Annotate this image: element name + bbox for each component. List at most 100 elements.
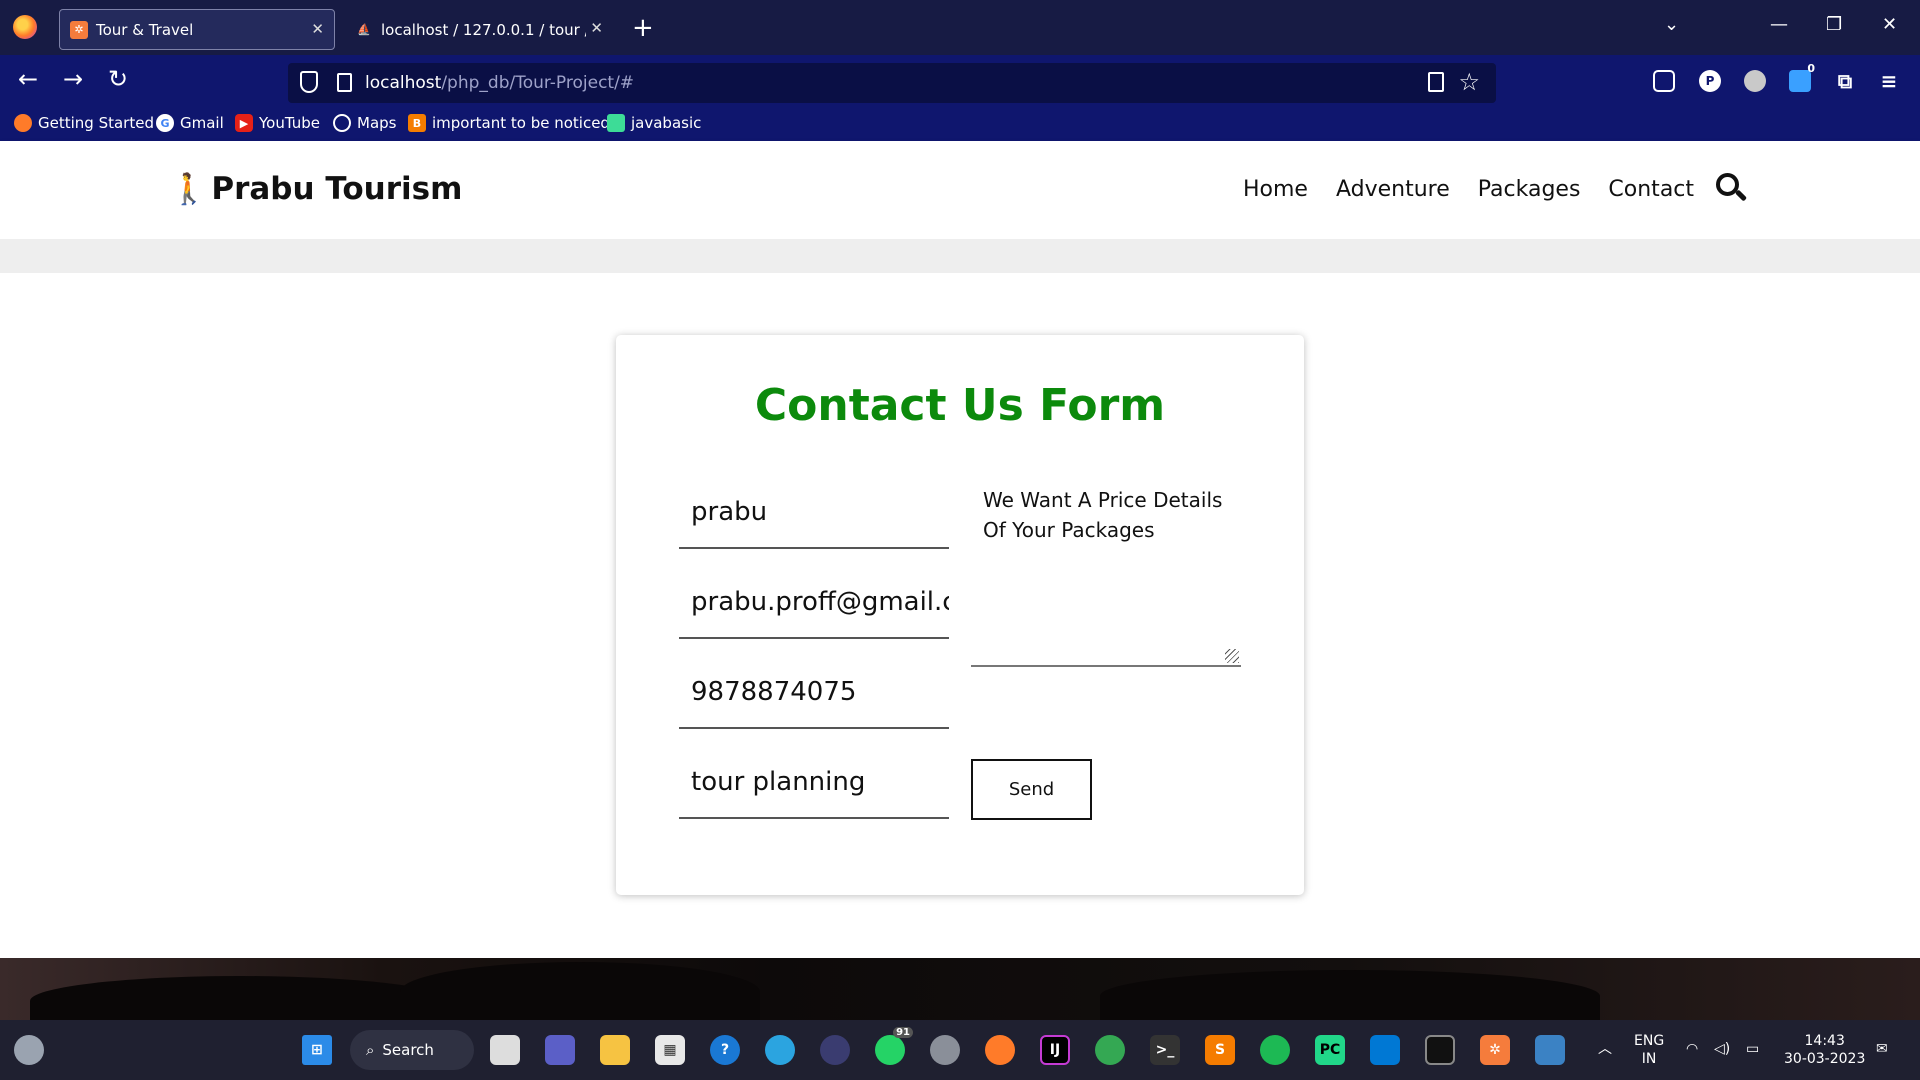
clock[interactable]: 14:43 30-03-2023	[1784, 1032, 1865, 1068]
settings-icon[interactable]	[930, 1035, 960, 1065]
nav-contact[interactable]: Contact	[1608, 177, 1694, 202]
spotify-icon[interactable]	[1260, 1035, 1290, 1065]
globe-icon	[333, 114, 351, 132]
store-icon[interactable]: ▦	[655, 1035, 685, 1065]
bookmark-javabasic[interactable]: javabasic	[607, 114, 701, 132]
url-host: localhost	[365, 73, 442, 93]
forward-icon[interactable]: →	[63, 65, 83, 93]
bookmark-gmail[interactable]: G Gmail	[156, 114, 224, 132]
nav-home[interactable]: Home	[1243, 177, 1308, 202]
reader-view-icon[interactable]	[1428, 72, 1444, 92]
firefox-icon	[14, 114, 32, 132]
clock-date: 30-03-2023	[1784, 1051, 1866, 1067]
message-textarea[interactable]: We Want A Price Details Of Your Packages	[971, 485, 1241, 667]
brand-name: Prabu Tourism	[211, 171, 463, 207]
wifi-icon[interactable]: ◠	[1686, 1040, 1698, 1058]
tab-phpmyadmin[interactable]: ⛵ localhost / 127.0.0.1 / tour / con ✕	[345, 9, 605, 50]
new-tab-icon[interactable]: +	[632, 13, 654, 43]
close-icon[interactable]: ✕	[590, 19, 603, 37]
search-icon: ⌕	[366, 1041, 375, 1059]
sublime-icon[interactable]: S	[1205, 1035, 1235, 1065]
taskbar-search[interactable]: ⌕ Search	[350, 1030, 474, 1070]
email-field[interactable]: prabu.proff@gmail.c	[679, 575, 949, 639]
resize-handle-icon[interactable]	[1225, 649, 1239, 663]
xampp-icon[interactable]: ✲	[1480, 1035, 1510, 1065]
minimize-icon[interactable]: —	[1770, 14, 1788, 35]
whatsapp-icon[interactable]: 91	[875, 1027, 913, 1065]
phpmyadmin-icon: ⛵	[357, 23, 371, 36]
pycharm-icon[interactable]: PC	[1315, 1035, 1345, 1065]
close-icon[interactable]: ✕	[311, 20, 324, 38]
nav-adventure[interactable]: Adventure	[1336, 177, 1450, 202]
bookmark-label: javabasic	[631, 114, 702, 132]
tab-title: localhost / 127.0.0.1 / tour / con	[381, 20, 586, 39]
tab-title: Tour & Travel	[96, 20, 194, 39]
windows-taskbar: ⊞ ⌕ Search ▦ ? 91 IJ >_ S PC ✲ ︿ ENG IN ◠ …	[0, 1020, 1920, 1080]
blogger-icon: B	[408, 114, 426, 132]
notification-icon[interactable]: ✉	[1876, 1040, 1888, 1058]
bookmark-label: Maps	[357, 114, 397, 132]
close-window-icon[interactable]: ✕	[1882, 14, 1897, 35]
subject-field[interactable]: tour planning	[679, 755, 949, 819]
bookmark-maps[interactable]: Maps	[333, 114, 396, 132]
send-button[interactable]: Send	[971, 759, 1092, 820]
youtube-icon: ▶	[235, 114, 253, 132]
chevron-up-icon[interactable]: ︿	[1598, 1040, 1612, 1058]
bookmarks-bar: Getting Started G Gmail ▶ YouTube Maps Bim…	[0, 110, 1920, 141]
chevron-down-icon[interactable]: ⌄	[1664, 14, 1679, 35]
eclipse-icon[interactable]	[820, 1035, 850, 1065]
telegram-icon[interactable]	[765, 1035, 795, 1065]
message-line: We Want A Price Details	[983, 488, 1223, 512]
extension-icon[interactable]: 0	[1789, 62, 1815, 92]
site-header: 🚶 Prabu Tourism Home Adventure Packages …	[0, 141, 1920, 239]
vscode-icon[interactable]	[1370, 1035, 1400, 1065]
bookmark-label: YouTube	[259, 114, 320, 132]
terminal-icon[interactable]: >_	[1150, 1035, 1180, 1065]
phone-field[interactable]: 9878874075	[679, 665, 949, 729]
search-label: Search	[382, 1041, 434, 1059]
send-label: Send	[1008, 779, 1055, 800]
search-icon[interactable]	[1716, 173, 1748, 202]
weather-icon[interactable]	[14, 1035, 44, 1065]
nav-packages[interactable]: Packages	[1478, 177, 1581, 202]
task-view-icon[interactable]	[490, 1035, 520, 1065]
page-icon	[337, 73, 352, 92]
chrome-icon[interactable]	[1095, 1035, 1125, 1065]
file-explorer-icon[interactable]	[600, 1035, 630, 1065]
bookmark-label: Gmail	[180, 114, 224, 132]
puzzle-icon[interactable]: ⧉	[1834, 69, 1856, 93]
footer-background-image	[0, 958, 1920, 1026]
bookmark-getting-started[interactable]: Getting Started	[14, 114, 154, 132]
menu-icon[interactable]: ≡	[1878, 69, 1900, 93]
shield-icon[interactable]	[300, 71, 318, 93]
reload-icon[interactable]: ↻	[108, 65, 128, 93]
volume-icon[interactable]: ◁)	[1714, 1040, 1730, 1058]
lang-line: ENG	[1634, 1033, 1665, 1049]
bookmark-youtube[interactable]: ▶ YouTube	[235, 114, 320, 132]
extension-avatar-icon[interactable]	[1744, 70, 1766, 92]
bookmark-important[interactable]: Bimportant to be noticed	[408, 114, 610, 132]
firefox-icon[interactable]	[985, 1035, 1015, 1065]
bookmark-star-icon[interactable]: ☆	[1458, 68, 1480, 96]
url-text[interactable]: localhost/php_db/Tour-Project/#	[365, 73, 634, 93]
language-indicator[interactable]: ENG IN	[1634, 1032, 1664, 1068]
message-line: Of Your Packages	[983, 518, 1155, 542]
profile-icon[interactable]: P	[1699, 70, 1721, 92]
restore-icon[interactable]: ❐	[1826, 14, 1842, 35]
tab-tour-travel[interactable]: ✲ Tour & Travel ✕	[59, 9, 335, 50]
pocket-icon[interactable]	[1653, 70, 1675, 92]
google-icon: G	[156, 114, 174, 132]
intellij-icon[interactable]: IJ	[1040, 1035, 1070, 1065]
battery-icon[interactable]: ▭	[1746, 1040, 1759, 1058]
teams-icon[interactable]	[545, 1035, 575, 1065]
start-icon[interactable]: ⊞	[302, 1035, 332, 1065]
help-icon[interactable]: ?	[710, 1035, 740, 1065]
xampp-icon: ✲	[70, 20, 88, 39]
cmd-icon[interactable]	[1425, 1035, 1455, 1065]
firefox-icon[interactable]	[13, 15, 37, 39]
site-logo[interactable]: 🚶 Prabu Tourism	[170, 171, 462, 207]
photos-icon[interactable]	[1535, 1035, 1565, 1065]
name-field[interactable]: prabu	[679, 485, 949, 549]
back-icon[interactable]: ←	[18, 65, 38, 93]
address-bar[interactable]: localhost/php_db/Tour-Project/# ☆	[288, 63, 1496, 103]
